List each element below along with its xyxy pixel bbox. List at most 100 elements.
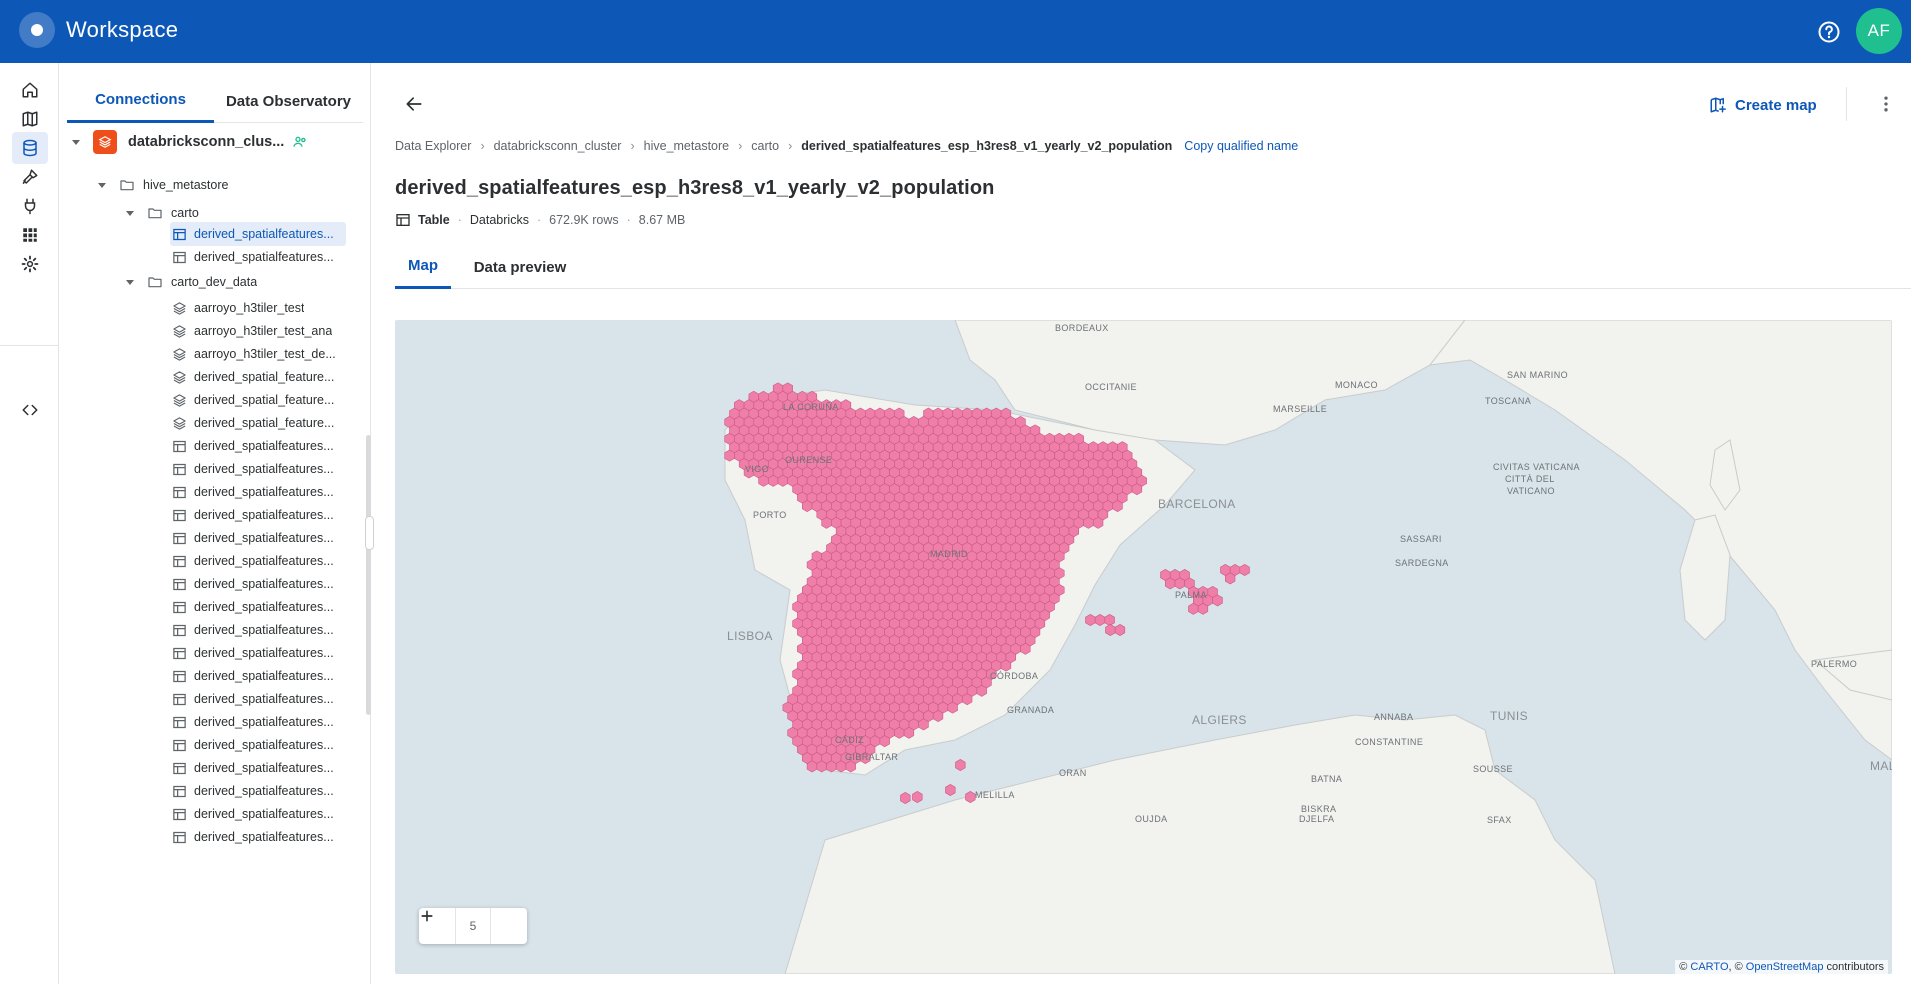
data-explorer-sidebar: Connections Data Observatory databricksc… <box>59 63 371 984</box>
settings-icon[interactable] <box>12 248 48 280</box>
tree-table[interactable]: derived_spatialfeatures... <box>170 618 346 642</box>
map-preview[interactable]: BORDEAUX OCCITANIE MONACO MARSEILLE SAN MARI… <box>395 320 1892 974</box>
attribution-suffix: contributors <box>1826 961 1884 973</box>
copy-qualified-name-link[interactable]: Copy qualified name <box>1184 139 1298 153</box>
tree-table[interactable]: derived_spatialfeatures... <box>170 710 346 734</box>
tree-table[interactable]: aarroyo_h3tiler_test_de... <box>170 342 346 366</box>
apps-icon[interactable] <box>12 219 48 251</box>
table-icon <box>172 715 187 730</box>
h3-cell <box>1212 594 1223 607</box>
tree-table[interactable]: derived_spatialfeatures... <box>170 245 346 269</box>
carto-link[interactable]: CARTO <box>1690 961 1728 973</box>
table-name: derived_spatialfeatures... <box>194 669 334 683</box>
zoom-in-button[interactable] <box>421 908 527 944</box>
tree-table[interactable]: derived_spatial_feature... <box>170 388 346 412</box>
h3-cell <box>1020 642 1031 655</box>
breadcrumb-item[interactable]: databricksconn_cluster <box>494 139 622 153</box>
chevron-down-icon[interactable] <box>71 137 93 147</box>
h3-cell <box>932 710 944 722</box>
more-options-button[interactable] <box>1872 90 1900 118</box>
tree-table[interactable]: derived_spatialfeatures... <box>170 222 346 246</box>
developers-icon[interactable] <box>12 394 48 426</box>
h3-cell <box>1239 564 1250 576</box>
tab-map[interactable]: Map <box>395 245 451 289</box>
shared-users-icon <box>293 136 306 147</box>
table-name: aarroyo_h3tiler_test <box>194 301 305 315</box>
help-circle-icon[interactable] <box>1817 20 1841 44</box>
chevron-down-icon[interactable] <box>125 208 147 218</box>
h3-cell <box>1224 572 1236 585</box>
tree-table[interactable]: derived_spatialfeatures... <box>170 802 346 826</box>
chevron-down-icon[interactable] <box>125 277 147 287</box>
map-place-label: TUNIS <box>1490 709 1528 723</box>
workspace-logo-icon[interactable] <box>19 12 55 48</box>
data-explorer-icon[interactable] <box>12 132 48 164</box>
tree-table[interactable]: derived_spatialfeatures... <box>170 733 346 757</box>
tree-table[interactable]: derived_spatialfeatures... <box>170 434 346 458</box>
map-place-label: DJELFA <box>1299 814 1334 824</box>
tree-table[interactable]: derived_spatialfeatures... <box>170 664 346 688</box>
table-name: aarroyo_h3tiler_test_de... <box>194 347 336 361</box>
tileset-icon <box>172 370 187 385</box>
table-name: derived_spatialfeatures... <box>194 715 334 729</box>
map-place-label: BORDEAUX <box>1055 323 1109 333</box>
sidebar-scrollbar[interactable] <box>366 435 371 715</box>
page-title: derived_spatialfeatures_esp_h3res8_v1_ye… <box>395 177 995 199</box>
osm-link[interactable]: OpenStreetMap <box>1746 961 1824 973</box>
tab-connections[interactable]: Connections <box>67 79 214 123</box>
tree-schema[interactable]: carto_dev_data <box>125 270 355 294</box>
tree-table[interactable]: derived_spatialfeatures... <box>170 687 346 711</box>
tree-table[interactable]: derived_spatialfeatures... <box>170 756 346 780</box>
breadcrumb-item[interactable]: hive_metastore <box>644 139 729 153</box>
h3-cell <box>1131 483 1143 496</box>
tree-table[interactable]: derived_spatialfeatures... <box>170 503 346 527</box>
table-name: derived_spatial_feature... <box>194 416 335 430</box>
tree-table[interactable]: derived_spatial_feature... <box>170 411 346 435</box>
tree-table[interactable]: derived_spatialfeatures... <box>170 572 346 596</box>
table-name: derived_spatialfeatures... <box>194 807 334 821</box>
tree-catalog[interactable]: hive_metastore <box>97 173 357 197</box>
tree-table[interactable]: derived_spatialfeatures... <box>170 549 346 573</box>
h3-cell <box>955 759 966 771</box>
workflows-icon[interactable] <box>12 161 48 193</box>
h3-cell <box>806 760 818 773</box>
tab-data-observatory[interactable]: Data Observatory <box>214 79 363 123</box>
map-place-label: MELILLA <box>975 790 1015 800</box>
h3-cell <box>961 693 973 706</box>
home-icon[interactable] <box>12 74 48 106</box>
tree-table[interactable]: derived_spatialfeatures... <box>170 457 346 481</box>
chevron-down-icon[interactable] <box>97 180 119 190</box>
app-title: Workspace <box>66 17 179 42</box>
tree-table[interactable]: aarroyo_h3tiler_test <box>170 296 346 320</box>
table-name: derived_spatialfeatures... <box>194 462 334 476</box>
tree-table[interactable]: derived_spatial_feature... <box>170 365 346 389</box>
map-place-label: SARDEGNA <box>1395 558 1449 568</box>
map-place-label: BISKRA <box>1301 804 1336 814</box>
table-name: derived_spatialfeatures... <box>194 646 334 660</box>
land-north-africa <box>784 714 1616 974</box>
basemap: BORDEAUX OCCITANIE MONACO MARSEILLE SAN MARI… <box>724 320 1892 974</box>
h3-cell <box>1092 516 1104 529</box>
connections-icon[interactable] <box>12 190 48 222</box>
tab-data-preview[interactable]: Data preview <box>467 245 573 289</box>
back-button[interactable] <box>400 90 428 118</box>
tree-table[interactable]: derived_spatialfeatures... <box>170 595 346 619</box>
table-name: derived_spatialfeatures... <box>194 439 334 453</box>
breadcrumb-item[interactable]: Data Explorer <box>395 139 471 153</box>
tree-table[interactable]: derived_spatialfeatures... <box>170 526 346 550</box>
breadcrumb-item[interactable]: carto <box>751 139 779 153</box>
h3-cell <box>821 516 832 529</box>
create-map-button[interactable]: Create map <box>1709 91 1817 119</box>
maps-icon[interactable] <box>12 103 48 135</box>
tree-table[interactable]: derived_spatialfeatures... <box>170 779 346 803</box>
tree-table[interactable]: derived_spatialfeatures... <box>170 480 346 504</box>
user-avatar[interactable]: AF <box>1856 8 1902 54</box>
tree-table[interactable]: derived_spatialfeatures... <box>170 641 346 665</box>
tree-table[interactable]: derived_spatialfeatures... <box>170 825 346 849</box>
tree-connection[interactable]: databricksconn_clus... <box>71 130 361 154</box>
folder-icon <box>147 274 163 290</box>
tree-table[interactable]: aarroyo_h3tiler_test_ana <box>170 319 346 343</box>
table-name: derived_spatialfeatures... <box>194 761 334 775</box>
map-attribution: © CARTO, © OpenStreetMap contributors <box>1675 960 1888 974</box>
zoom-level: 5 <box>455 908 491 944</box>
